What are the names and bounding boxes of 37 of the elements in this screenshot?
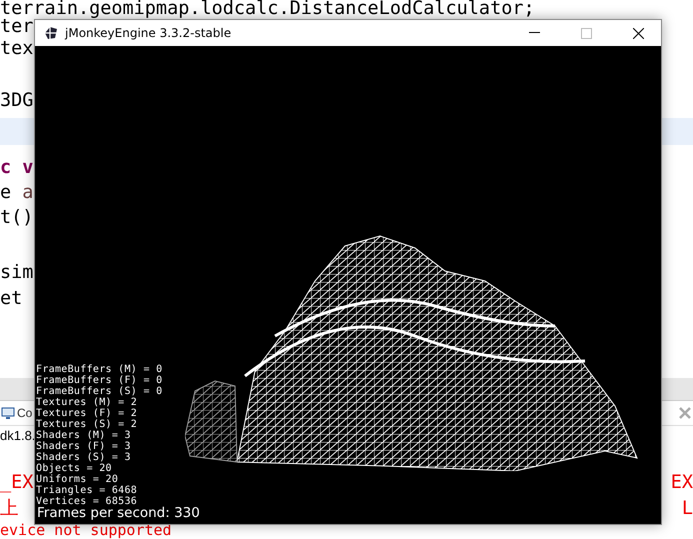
project-label: dk1.8. — [0, 428, 36, 443]
stat-text: FrameBuffers (M) = 0 — [36, 364, 162, 375]
stat-text: Triangles = 6468 — [36, 485, 138, 496]
code-text: tex — [0, 39, 34, 59]
stat-text: Textures (M) = 2 — [36, 397, 138, 408]
stat-text: Uniforms = 20 — [36, 474, 120, 485]
code-text: et — [0, 289, 22, 309]
stat-text: Textures (S) = 2 — [36, 419, 138, 430]
error-text: _EX — [0, 473, 34, 493]
code-text: ter — [0, 17, 34, 37]
error-text: EX — [670, 473, 693, 493]
stat-text: Vertices = 68536 — [36, 496, 138, 507]
error-text: evice not supported — [0, 522, 172, 538]
app-logo-icon — [43, 25, 59, 41]
code-text: t() — [0, 208, 34, 228]
stat-text: Objects = 20 — [36, 463, 113, 474]
code-text: sim — [0, 263, 34, 283]
code-text: 3DG — [0, 91, 34, 111]
error-text: 上 — [0, 499, 19, 519]
stat-text: Shaders (S) = 3 — [36, 452, 132, 463]
error-text: L — [682, 499, 693, 519]
maximize-icon — [580, 28, 592, 38]
stat-text: Shaders (M) = 3 — [36, 430, 132, 441]
code-text: e a — [0, 183, 34, 203]
code-text: terrain.geomipmap.lodcalc.DistanceLodCalculator; — [0, 0, 535, 19]
close-icon — [632, 28, 644, 38]
window-title: jMonkeyEngine 3.3.2-stable — [65, 26, 232, 40]
minimize-icon — [528, 32, 540, 34]
stat-text: FrameBuffers (F) = 0 — [36, 375, 162, 386]
stat-text: FrameBuffers (S) = 0 — [36, 386, 162, 397]
fps-text: Frames per second: 330 — [37, 505, 200, 521]
console-tab[interactable]: Co — [0, 406, 32, 420]
code-text: c v — [0, 158, 34, 178]
monitor-icon — [1, 406, 15, 420]
stat-text: Textures (F) = 2 — [36, 408, 138, 419]
stat-text: Shaders (F) = 3 — [36, 441, 132, 452]
close-icon[interactable] — [679, 407, 691, 419]
